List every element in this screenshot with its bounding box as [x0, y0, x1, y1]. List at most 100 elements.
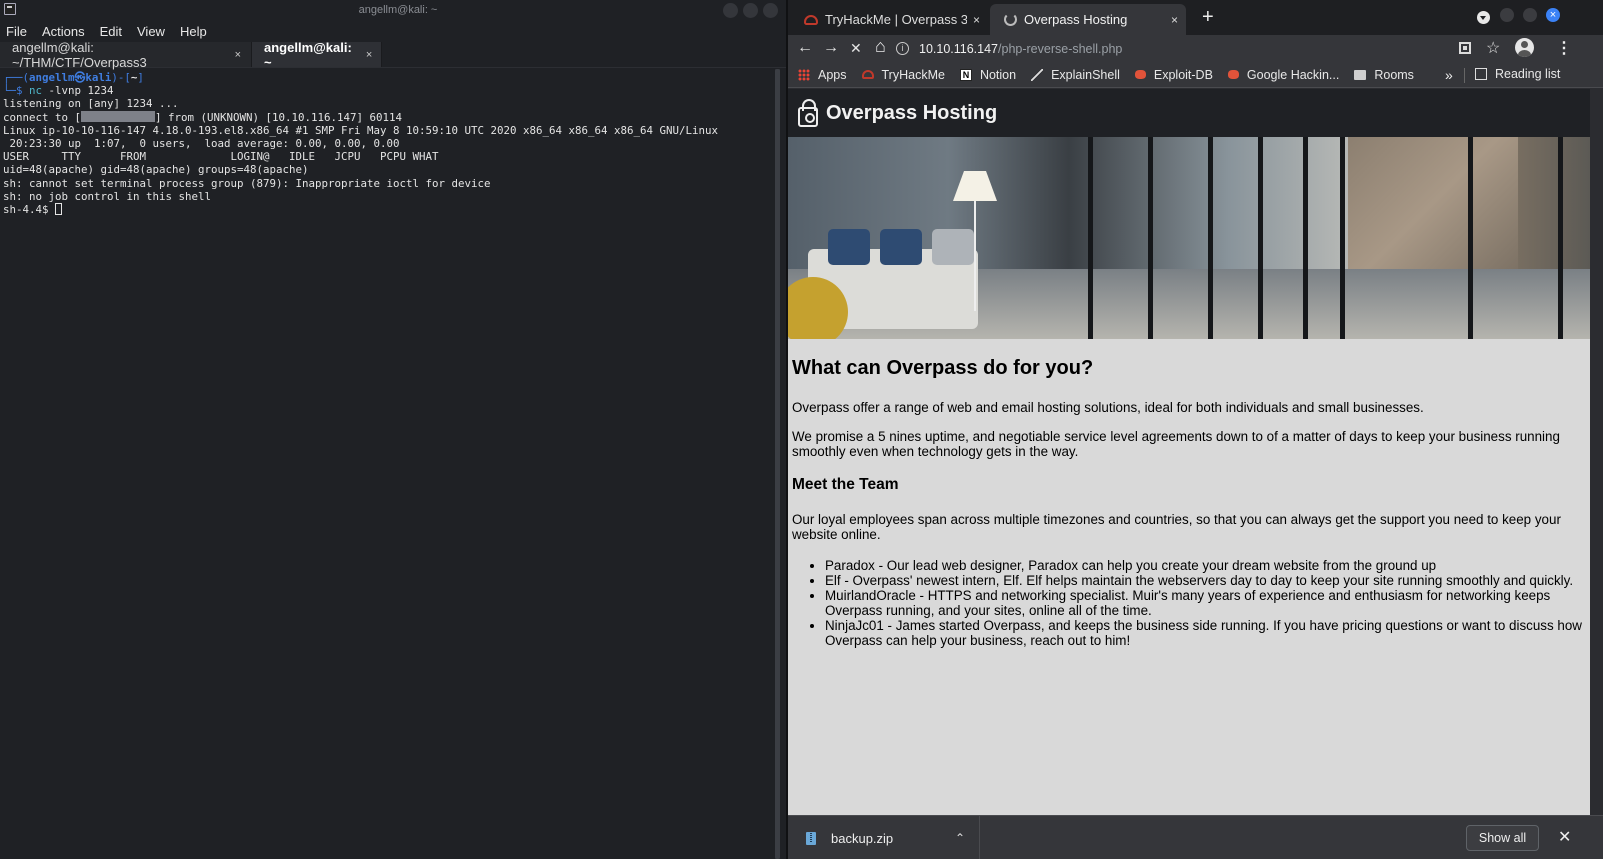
minimize-window-button[interactable] [1500, 8, 1514, 22]
redacted-ip [81, 110, 156, 122]
bookmark-label: Apps [818, 67, 847, 82]
padlock-logo-icon [798, 99, 818, 127]
forward-arrow-icon[interactable]: → [823, 39, 839, 57]
output-line: connect to [ [3, 110, 82, 124]
url-path: /php-reverse-shell.php [998, 41, 1123, 56]
browser-toolbar: ← → ✕ ⌂ i 10.10.116.147/php-reverse-shel… [788, 35, 1603, 62]
bookmark-label: Rooms [1374, 67, 1414, 82]
terminal-cursor [55, 203, 63, 216]
maximize-window-button[interactable] [743, 3, 758, 18]
qr-code-icon[interactable] [1459, 42, 1471, 54]
team-heading: Meet the Team [792, 475, 899, 493]
close-downloads-icon[interactable]: ✕ [1558, 827, 1571, 847]
reading-list-button[interactable]: Reading list [1475, 67, 1560, 81]
bookmark-notion[interactable]: N Notion [959, 67, 1017, 82]
browser-menu-icon[interactable]: ⋮ [1556, 38, 1572, 58]
browser-tab-tryhackme[interactable]: TryHackMe | Overpass 3 - × [790, 4, 988, 35]
team-member-muirlandoracle: MuirlandOracle - HTTPS and networking sp… [825, 588, 1586, 618]
show-all-downloads-button[interactable]: Show all [1466, 825, 1539, 851]
download-item[interactable]: backup.zip ⌃ [788, 816, 980, 859]
menu-edit[interactable]: Edit [100, 24, 122, 39]
reading-list-icon [1475, 68, 1487, 80]
close-tab-icon[interactable]: × [1171, 13, 1178, 27]
hero-cushion [932, 229, 974, 265]
close-tab-icon[interactable]: × [973, 13, 980, 27]
prompt-frame: ] [137, 71, 144, 84]
bookmarks-separator [1464, 68, 1465, 83]
hero-wall [1348, 137, 1518, 269]
hero-glass-frame [1558, 137, 1563, 339]
profile-avatar-icon[interactable] [1515, 38, 1534, 57]
stop-loading-icon[interactable]: ✕ [850, 39, 862, 57]
bookmark-google-hacking[interactable]: Google Hackin... [1227, 68, 1339, 82]
page-scrollbar[interactable] [1590, 89, 1603, 815]
hero-glass-frame [1208, 137, 1213, 339]
hero-glass-frame [1303, 137, 1308, 339]
hero-glass-frame [1340, 137, 1345, 339]
address-bar[interactable]: i 10.10.116.147/php-reverse-shell.php [896, 36, 1441, 61]
download-filename: backup.zip [831, 830, 894, 846]
hero-glass-frame [1258, 137, 1263, 339]
intro-paragraph: Overpass offer a range of web and email … [792, 400, 1424, 415]
team-member-elf: Elf - Overpass' newest intern, Elf. Elf … [825, 573, 1586, 588]
reading-list-label: Reading list [1495, 67, 1561, 81]
hero-lamp [953, 171, 997, 201]
terminal-window-title: angellm@kali: ~ [358, 4, 438, 16]
terminal-scrollbar-thumb[interactable] [775, 69, 780, 859]
menu-file[interactable]: File [6, 24, 27, 39]
home-icon[interactable]: ⌂ [875, 37, 886, 55]
google-hacking-icon [1227, 70, 1239, 79]
bookmark-rooms-folder[interactable]: Rooms [1354, 68, 1414, 82]
terminal-titlebar: angellm@kali: ~ [0, 0, 796, 20]
terminal-app-icon[interactable] [4, 3, 16, 15]
close-tab-icon[interactable]: × [366, 49, 372, 61]
output-line: sh: no job control in this shell [3, 189, 212, 203]
close-tab-icon[interactable]: × [235, 49, 241, 61]
bookmark-label: Notion [979, 67, 1017, 82]
terminal-tab-overpass3[interactable]: angellm@kali: ~/THM/CTF/Overpass3 × [0, 40, 252, 70]
output-line: 20:23:30 up 1:07, 0 users, load average:… [3, 137, 400, 151]
bookmark-star-icon[interactable]: ☆ [1486, 38, 1500, 58]
back-arrow-icon[interactable]: ← [797, 39, 813, 57]
output-line: sh: cannot set terminal process group (8… [3, 176, 491, 190]
menu-actions[interactable]: Actions [42, 24, 85, 39]
page-content: What can Overpass do for you? Overpass o… [788, 339, 1590, 648]
main-heading: What can Overpass do for you? [792, 357, 1094, 379]
browser-tab-label: Overpass Hosting [1024, 12, 1128, 27]
bookmark-explainshell[interactable]: ExplainShell [1031, 68, 1120, 82]
minimize-window-button[interactable] [723, 3, 738, 18]
more-bookmarks-button[interactable]: » [1445, 67, 1453, 83]
hero-office-image [788, 137, 1590, 339]
browser-window: TryHackMe | Overpass 3 - × Overpass Host… [788, 0, 1603, 859]
terminal-tabbar: angellm@kali: ~/THM/CTF/Overpass3 × ange… [0, 40, 796, 70]
terminal-scrollbar[interactable] [775, 69, 780, 859]
hero-cushion [828, 229, 870, 265]
prompt-dollar: └─$ [3, 84, 30, 98]
terminal-output[interactable]: ┌──(angellm㉿kali)-[~] └─$ nc -lvnp 1234 … [0, 69, 780, 859]
bookmark-tryhackme[interactable]: TryHackMe [861, 68, 945, 82]
site-info-icon[interactable]: i [896, 42, 909, 55]
site-header: Overpass Hosting [788, 89, 1590, 137]
menu-help[interactable]: Help [180, 24, 207, 39]
close-window-button[interactable] [763, 3, 778, 18]
prompt-frame: ┌──( [3, 71, 30, 84]
bookmark-apps[interactable]: Apps [798, 68, 847, 82]
close-window-button[interactable]: × [1546, 8, 1560, 22]
output-line: Linux ip-10-10-116-147 4.18.0-193.el8.x8… [3, 123, 719, 137]
bookmark-label: Exploit-DB [1153, 67, 1213, 82]
url-host: 10.10.116.147 [919, 41, 999, 56]
tab-search-icon[interactable] [1477, 11, 1490, 24]
chevron-up-icon[interactable]: ⌃ [955, 831, 965, 845]
folder-icon [1354, 69, 1367, 80]
new-tab-button[interactable]: + [1202, 6, 1214, 29]
output-line: ] from (UNKNOWN) [10.10.116.147] 60114 [155, 110, 403, 124]
output-line: USER TTY FROM LOGIN@ IDLE JCPU PCPU WHAT [3, 150, 439, 164]
maximize-window-button[interactable] [1523, 8, 1537, 22]
bookmark-exploit-db[interactable]: Exploit-DB [1134, 67, 1213, 82]
team-intro-paragraph: Our loyal employees span across multiple… [792, 511, 1561, 543]
menu-view[interactable]: View [137, 24, 165, 39]
browser-tab-overpass-hosting[interactable]: Overpass Hosting × [990, 4, 1186, 35]
bookmark-label: ExplainShell [1051, 67, 1120, 82]
terminal-tab-home[interactable]: angellm@kali: ~ × [252, 40, 382, 70]
hero-glass-frame [1088, 137, 1093, 339]
